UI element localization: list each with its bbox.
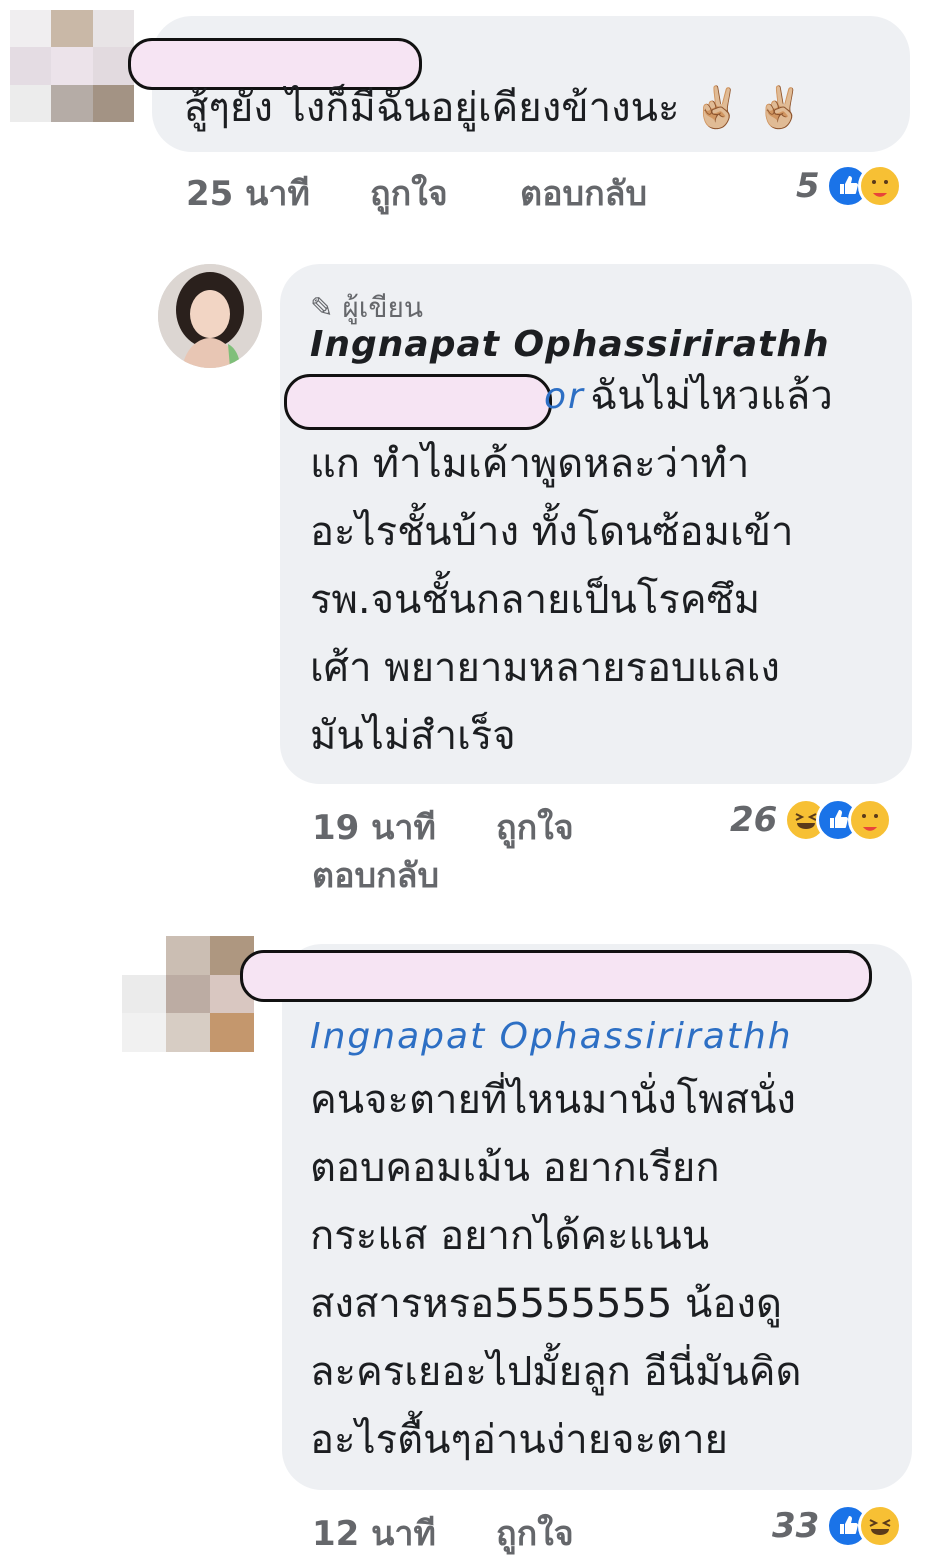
comment-text: คนจะตายที่ไหนมานั่งโพสนั่ง ตอบคอมเม้น อย… xyxy=(310,1077,802,1463)
like-button[interactable]: ถูกใจ xyxy=(496,1506,574,1560)
avatar-author[interactable] xyxy=(158,264,262,368)
like-button[interactable]: ถูกใจ xyxy=(370,166,448,220)
reply-button[interactable]: ตอบกลับ xyxy=(520,166,647,220)
reaction-count[interactable]: 33 xyxy=(772,1506,819,1546)
pencil-icon: ✎ xyxy=(310,291,334,324)
reply-button[interactable]: ตอบกลับ xyxy=(312,848,439,902)
like-button[interactable]: ถูกใจ xyxy=(496,800,574,854)
comment-text: ฉันไม่ไหวแล้ว แก ทำไมเค้าพูดหละว่าทำ อะไ… xyxy=(310,373,833,759)
avatar-blurred[interactable] xyxy=(122,936,254,1052)
comment-time[interactable]: 19 นาที xyxy=(312,800,436,854)
reaction-count[interactable]: 5 xyxy=(796,166,820,206)
comment-time[interactable]: 25 นาที xyxy=(186,166,310,220)
avatar-blurred[interactable] xyxy=(10,10,134,122)
care-reaction-icon xyxy=(848,798,892,842)
mention-link[interactable]: Ingnapat Ophassirirathh xyxy=(310,1016,793,1057)
comment-text: สู้ๆยัง ไงก็มีฉันอยู่เคียงข้างนะ ✌🏼 ✌🏼 xyxy=(184,85,805,131)
reaction-icons[interactable] xyxy=(826,1504,902,1548)
commenter-name[interactable]: Ingnapat Ophassirirathh xyxy=(310,324,830,365)
reaction-icons[interactable] xyxy=(826,164,902,208)
comment-time[interactable]: 12 นาที xyxy=(312,1506,436,1560)
reaction-icons[interactable] xyxy=(784,798,892,842)
care-reaction-icon xyxy=(858,164,902,208)
haha-reaction-icon xyxy=(858,1504,902,1548)
reaction-count[interactable]: 26 xyxy=(730,800,777,840)
redaction-scribble xyxy=(240,950,872,1002)
